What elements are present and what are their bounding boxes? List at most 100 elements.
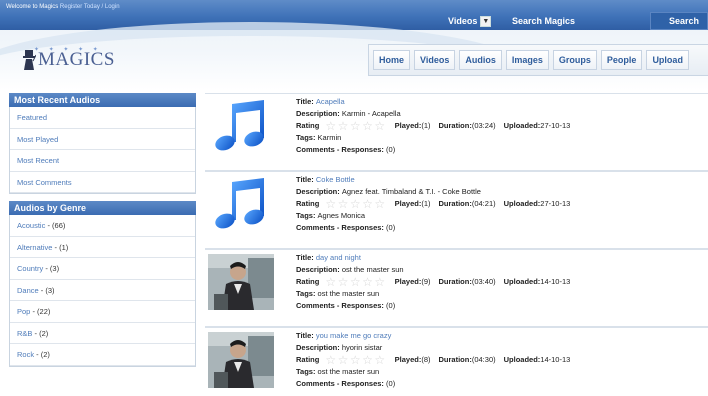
genre-count: - (1) (52, 242, 69, 252)
audio-info: Title: Acapella Description: Karmin - Ac… (296, 96, 570, 156)
genre-item-alternative[interactable]: Alternative - (1) (10, 237, 195, 258)
genre-count: - (3) (38, 285, 55, 295)
duration-label: Duration: (438, 277, 472, 286)
genre-item-pop[interactable]: Pop - (22) (10, 301, 195, 323)
genre-item-country[interactable]: Country - (3) (10, 258, 195, 280)
star-rating-icon[interactable]: ☆☆☆☆☆ (325, 354, 386, 366)
played-label: Played: (394, 355, 422, 364)
star-rating-icon[interactable]: ☆☆☆☆☆ (325, 276, 386, 288)
most-recent-audios-heading: Most Recent Audios (9, 93, 196, 107)
audio-thumbnail[interactable] (208, 332, 274, 388)
genre-item-acoustic[interactable]: Acoustic - (66) (10, 215, 195, 237)
genre-name[interactable]: Rock (17, 350, 34, 359)
played-label: Played: (394, 199, 422, 208)
audio-title-link[interactable]: day and night (316, 253, 361, 262)
nav-upload[interactable]: Upload (646, 50, 689, 70)
tags-label: Tags: (296, 289, 318, 298)
uploaded-label: Uploaded: (503, 355, 541, 364)
audio-tags: ost the master sun (317, 367, 380, 376)
audio-row: Title: day and night Description: ost th… (205, 249, 708, 327)
register-link[interactable]: Register Today (60, 4, 100, 10)
audio-title-link[interactable]: Coke Bottle (316, 175, 355, 184)
genre-name[interactable]: Alternative (17, 243, 52, 252)
genre-name[interactable]: Pop (17, 307, 30, 316)
uploaded-date: 27-10-13 (540, 199, 571, 208)
played-count: (1) (421, 199, 431, 208)
most-recent-list: Featured Most Played Most Recent Most Co… (9, 107, 196, 194)
duration-label: Duration: (438, 355, 472, 364)
rating-label: Rating (296, 277, 320, 286)
genre-name[interactable]: Dance (17, 286, 39, 295)
nav-audios[interactable]: Audios (459, 50, 502, 70)
uploaded-date: 14-10-13 (540, 277, 571, 286)
genre-name[interactable]: R&B (17, 329, 32, 338)
genre-item-rnb[interactable]: R&B - (2) (10, 323, 195, 344)
tags-label: Tags: (296, 211, 318, 220)
played-label: Played: (394, 121, 422, 130)
sidebar-item-featured[interactable]: Featured (10, 107, 195, 129)
rating-label: Rating (296, 355, 320, 364)
artist-photo-icon (208, 332, 274, 388)
duration-label: Duration: (438, 199, 472, 208)
search-input[interactable] (512, 14, 644, 28)
main-nav: Home Videos Audios Images Groups People … (368, 44, 708, 76)
audio-list: Title: Acapella Description: Karmin - Ac… (205, 93, 708, 396)
sidebar-item-most-recent[interactable]: Most Recent (10, 150, 195, 172)
description-label: Description: (296, 187, 342, 196)
audio-thumbnail[interactable] (208, 98, 274, 154)
audio-thumbnail[interactable] (208, 254, 274, 310)
description-label: Description: (296, 109, 342, 118)
nav-people[interactable]: People (600, 50, 643, 70)
login-link[interactable]: Login (105, 4, 120, 10)
responses-count: (0) (383, 145, 396, 154)
audio-title-link[interactable]: you make me go crazy (316, 331, 391, 340)
nav-home[interactable]: Home (373, 50, 411, 70)
audio-description: hyorin sistar (341, 343, 383, 352)
site-header: Welcome to Magics Register Today / Login… (0, 0, 708, 90)
description-label: Description: (296, 265, 342, 274)
duration-value: (03:40) (471, 277, 496, 286)
tags-label: Tags: (296, 367, 318, 376)
comments-label: Comments - Responses: (296, 301, 384, 310)
audio-row: Title: Coke Bottle Description: Agnez fe… (205, 171, 708, 249)
genre-count: - (2) (34, 350, 50, 359)
audio-tags: ost the master sun (317, 289, 380, 298)
sidebar-item-most-comments[interactable]: Most Comments (10, 172, 195, 193)
comments-label: Comments - Responses: (296, 223, 384, 232)
audio-thumbnail[interactable] (208, 176, 274, 232)
responses-count: (0) (383, 301, 396, 310)
audio-title-link[interactable]: Acapella (316, 97, 345, 106)
title-label: Title: (296, 97, 316, 106)
music-note-icon (215, 100, 264, 151)
genre-item-rock[interactable]: Rock - (2) (10, 344, 195, 366)
comments-label: Comments - Responses: (296, 145, 384, 154)
logo-stars: ✦ ✦ ✦ ✦ ✦ (34, 47, 102, 53)
search-button[interactable]: Search (650, 12, 708, 30)
played-count: (8) (421, 355, 431, 364)
audio-tags: Agnes Monica (317, 211, 366, 220)
duration-label: Duration: (438, 121, 472, 130)
sidebar-item-most-played[interactable]: Most Played (10, 129, 195, 150)
played-label: Played: (394, 277, 422, 286)
audio-description: Karmin - Acapella (341, 109, 401, 118)
nav-images[interactable]: Images (505, 50, 549, 70)
audio-description: ost the master sun (341, 265, 404, 274)
audio-row: Title: you make me go crazy Description:… (205, 327, 708, 396)
audio-description: Agnez feat. Timbaland & T.I. - Coke Bott… (341, 187, 481, 196)
genre-item-dance[interactable]: Dance - (3) (10, 280, 195, 301)
star-rating-icon[interactable]: ☆☆☆☆☆ (325, 198, 386, 210)
genre-list: Acoustic - (66) Alternative - (1) Countr… (9, 215, 196, 367)
slash-separator: / (101, 4, 104, 10)
chevron-down-icon[interactable]: ▼ (480, 15, 492, 27)
nav-groups[interactable]: Groups (552, 50, 597, 70)
duration-value: (04:21) (471, 199, 496, 208)
site-logo[interactable]: MAGICS ✦ ✦ ✦ ✦ ✦ (22, 47, 115, 70)
duration-value: (04:30) (471, 355, 496, 364)
nav-videos[interactable]: Videos (414, 50, 456, 70)
genre-name[interactable]: Acoustic (17, 221, 45, 230)
sidebar: Most Recent Audios Featured Most Played … (9, 93, 196, 367)
star-rating-icon[interactable]: ☆☆☆☆☆ (325, 120, 386, 132)
search-type-select[interactable]: Videos ▼ (448, 14, 495, 28)
genre-name[interactable]: Country (17, 264, 43, 273)
description-label: Description: (296, 343, 342, 352)
